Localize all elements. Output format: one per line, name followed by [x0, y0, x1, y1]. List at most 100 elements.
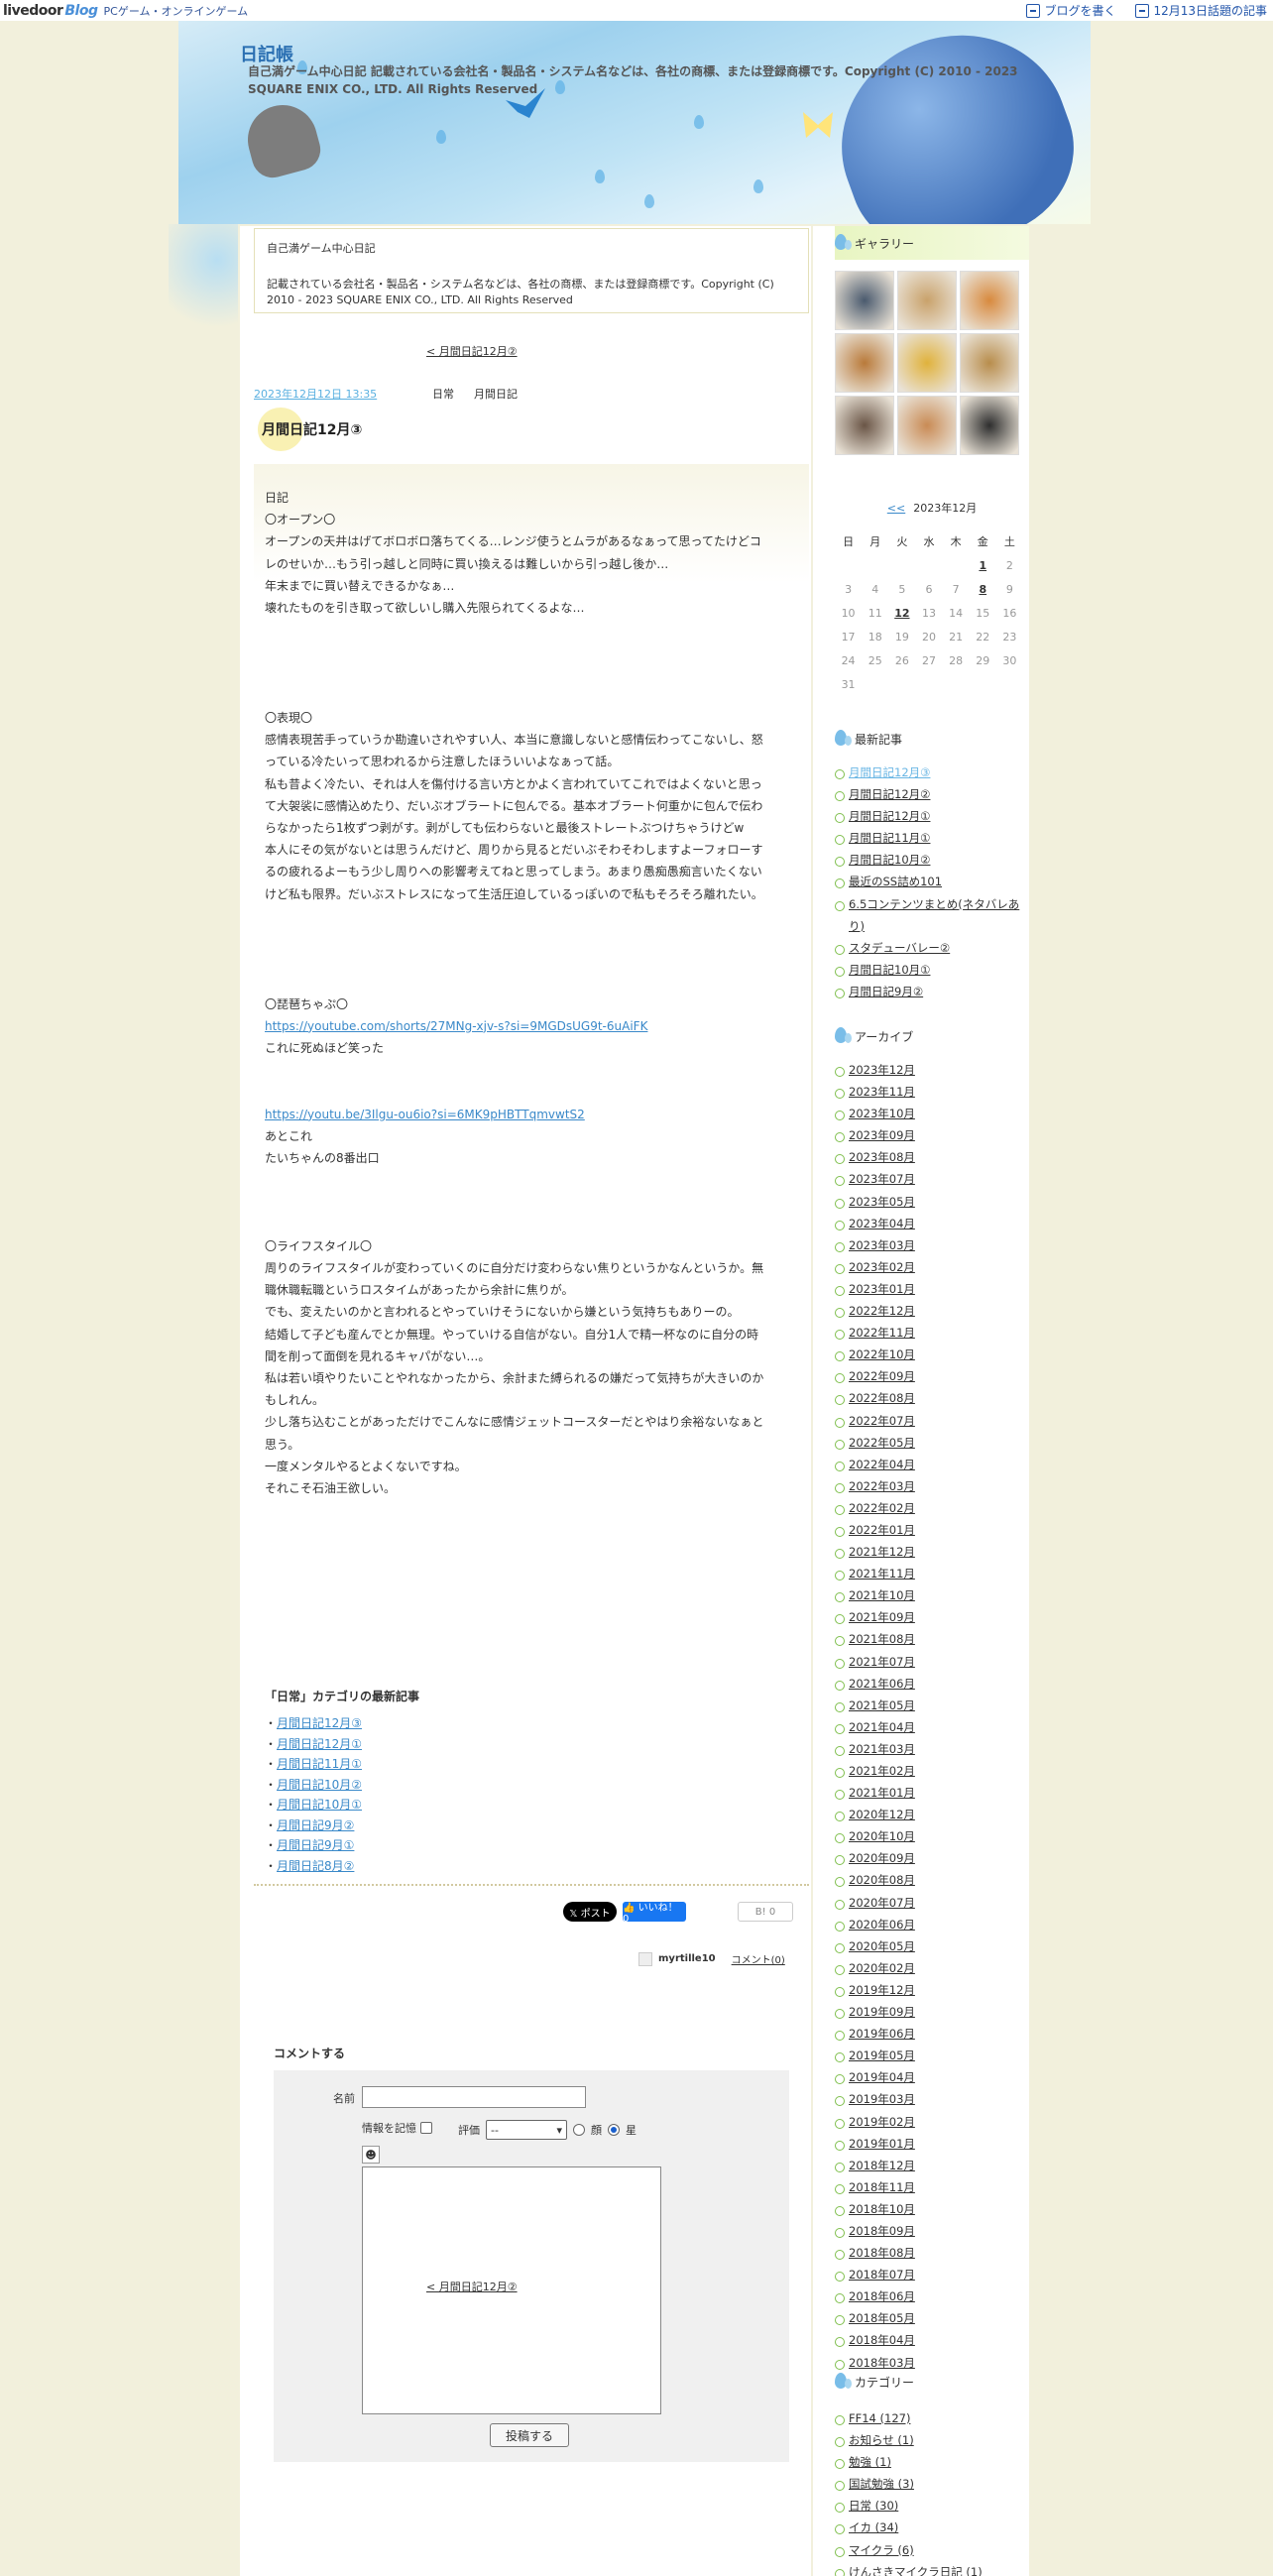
category-link[interactable]: 国試勉強 (3)	[849, 2477, 914, 2491]
archive-month-link[interactable]: 2019年01月	[849, 2137, 915, 2151]
latest-article-link[interactable]: 月間日記12月①	[277, 1737, 362, 1751]
archive-month-link[interactable]: 2022年11月	[849, 1326, 915, 1340]
calendar-day[interactable]: 8	[970, 577, 996, 601]
archive-month-link[interactable]: 2022年03月	[849, 1479, 915, 1493]
archive-month-link[interactable]: 2023年01月	[849, 1282, 915, 1296]
recent-article-link[interactable]: 月間日記12月①	[849, 809, 930, 823]
archive-month-link[interactable]: 2020年10月	[849, 1829, 915, 1843]
latest-article-link[interactable]: 月間日記11月①	[277, 1757, 362, 1771]
archive-month-link[interactable]: 2019年06月	[849, 2027, 915, 2041]
recent-article-link[interactable]: 月間日記10月②	[849, 853, 930, 867]
archive-month-link[interactable]: 2018年06月	[849, 2289, 915, 2303]
recent-article-link[interactable]: 6.5コンテンツまとめ(ネタバレあり)	[849, 897, 1019, 933]
archive-month-link[interactable]: 2022年07月	[849, 1414, 915, 1428]
archive-month-link[interactable]: 2021年04月	[849, 1720, 915, 1734]
archive-month-link[interactable]: 2021年11月	[849, 1567, 915, 1581]
archive-month-link[interactable]: 2019年03月	[849, 2092, 915, 2106]
archive-month-link[interactable]: 2018年07月	[849, 2268, 915, 2282]
archive-month-link[interactable]: 2018年12月	[849, 2159, 915, 2172]
archive-month-link[interactable]: 2020年06月	[849, 1918, 915, 1932]
gallery-thumbnail[interactable]	[835, 271, 894, 330]
archive-month-link[interactable]: 2019年02月	[849, 2115, 915, 2129]
recent-article-link[interactable]: 月間日記10月①	[849, 963, 930, 977]
recent-article-link[interactable]: 月間日記11月①	[849, 831, 930, 845]
archive-month-link[interactable]: 2018年05月	[849, 2311, 915, 2325]
archive-month-link[interactable]: 2020年12月	[849, 1808, 915, 1821]
archive-month-link[interactable]: 2021年05月	[849, 1698, 915, 1712]
rating-face-radio[interactable]	[573, 2124, 585, 2136]
author-name[interactable]: myrtille10	[658, 1953, 716, 1964]
archive-month-link[interactable]: 2021年02月	[849, 1764, 915, 1778]
archive-month-link[interactable]: 2022年01月	[849, 1523, 915, 1537]
prev-article-link[interactable]: < 月間日記12月②	[426, 345, 518, 358]
archive-month-link[interactable]: 2020年05月	[849, 1939, 915, 1953]
archive-month-link[interactable]: 2021年07月	[849, 1655, 915, 1669]
archive-month-link[interactable]: 2023年03月	[849, 1238, 915, 1252]
calendar-prev-link[interactable]: <<	[887, 502, 905, 515]
archive-month-link[interactable]: 2021年08月	[849, 1632, 915, 1646]
archive-month-link[interactable]: 2022年09月	[849, 1369, 915, 1383]
archive-month-link[interactable]: 2018年11月	[849, 2180, 915, 2194]
latest-article-link[interactable]: 月間日記10月①	[277, 1798, 362, 1812]
archive-month-link[interactable]: 2019年04月	[849, 2070, 915, 2084]
archive-month-link[interactable]: 2021年01月	[849, 1786, 915, 1800]
archive-month-link[interactable]: 2023年12月	[849, 1063, 915, 1077]
facebook-like-button[interactable]: 👍 いいね！ 0	[623, 1902, 686, 1925]
category-link[interactable]: お知らせ (1)	[849, 2433, 914, 2447]
archive-month-link[interactable]: 2019年12月	[849, 1983, 915, 1997]
gallery-thumbnail[interactable]	[960, 333, 1019, 393]
latest-article-link[interactable]: 月間日記10月②	[277, 1778, 362, 1792]
archive-month-link[interactable]: 2022年04月	[849, 1458, 915, 1471]
post-category-link[interactable]: 日常	[432, 386, 454, 402]
archive-month-link[interactable]: 2020年02月	[849, 1961, 915, 1975]
avatar[interactable]	[638, 1951, 652, 1966]
gallery-thumbnail[interactable]	[835, 333, 894, 393]
archive-month-link[interactable]: 2023年10月	[849, 1107, 915, 1120]
topic-articles-link[interactable]: 12月13日話題の記事	[1135, 2, 1267, 19]
archive-month-link[interactable]: 2022年02月	[849, 1501, 915, 1515]
name-input[interactable]	[362, 2086, 586, 2108]
recent-article-link[interactable]: 月間日記12月②	[849, 787, 930, 801]
gallery-thumbnail[interactable]	[897, 333, 957, 393]
write-blog-link[interactable]: ブログを書く	[1026, 2, 1115, 19]
gallery-thumbnail[interactable]	[960, 271, 1019, 330]
archive-month-link[interactable]: 2023年11月	[849, 1085, 915, 1099]
gallery-thumbnail[interactable]	[835, 396, 894, 455]
latest-article-link[interactable]: 月間日記9月①	[277, 1838, 354, 1852]
category-link[interactable]: FF14 (127)	[849, 2411, 910, 2425]
calendar-day[interactable]: 1	[970, 553, 996, 577]
post-date-link[interactable]: 2023年12月12日 13:35	[254, 388, 377, 401]
livedoor-logo[interactable]: livedoor Blog	[3, 3, 98, 19]
archive-month-link[interactable]: 2023年05月	[849, 1195, 915, 1209]
archive-month-link[interactable]: 2018年09月	[849, 2224, 915, 2238]
archive-month-link[interactable]: 2023年02月	[849, 1260, 915, 1274]
archive-month-link[interactable]: 2023年04月	[849, 1217, 915, 1230]
gallery-thumbnail[interactable]	[897, 396, 957, 455]
recent-article-link[interactable]: 月間日記12月③	[849, 765, 930, 779]
submit-comment-button[interactable]: 投稿する	[490, 2423, 569, 2447]
blog-category-link[interactable]: PCゲーム・オンラインゲーム	[104, 3, 249, 19]
archive-month-link[interactable]: 2022年10月	[849, 1347, 915, 1361]
rating-star-radio[interactable]	[608, 2124, 620, 2136]
x-share-button[interactable]: 𝕏 ポスト	[563, 1902, 617, 1922]
archive-month-link[interactable]: 2018年10月	[849, 2202, 915, 2216]
category-link[interactable]: けんさきマイクラ日記 (1)	[849, 2565, 983, 2576]
archive-month-link[interactable]: 2021年12月	[849, 1545, 915, 1559]
hatena-bookmark-button[interactable]: B! 0	[738, 1902, 793, 1922]
prev-article-link[interactable]: < 月間日記12月②	[426, 2281, 518, 2293]
archive-month-link[interactable]: 2019年05月	[849, 2049, 915, 2062]
rating-select[interactable]: -- ▾	[486, 2120, 567, 2140]
archive-month-link[interactable]: 2022年12月	[849, 1304, 915, 1318]
category-link[interactable]: マイクラ (6)	[849, 2543, 914, 2557]
archive-month-link[interactable]: 2019年09月	[849, 2005, 915, 2019]
archive-month-link[interactable]: 2020年08月	[849, 1873, 915, 1887]
archive-month-link[interactable]: 2023年08月	[849, 1150, 915, 1164]
archive-month-link[interactable]: 2021年09月	[849, 1610, 915, 1624]
archive-month-link[interactable]: 2018年04月	[849, 2333, 915, 2347]
remember-checkbox[interactable]	[420, 2122, 432, 2134]
archive-month-link[interactable]: 2021年10月	[849, 1588, 915, 1602]
recent-article-link[interactable]: 最近のSS詰め101	[849, 875, 942, 888]
youtube-link[interactable]: https://youtu.be/3Ilgu-ou6io?si=6MK9pHBT…	[265, 1104, 800, 1125]
recent-article-link[interactable]: 月間日記9月②	[849, 985, 923, 998]
archive-month-link[interactable]: 2021年03月	[849, 1742, 915, 1756]
